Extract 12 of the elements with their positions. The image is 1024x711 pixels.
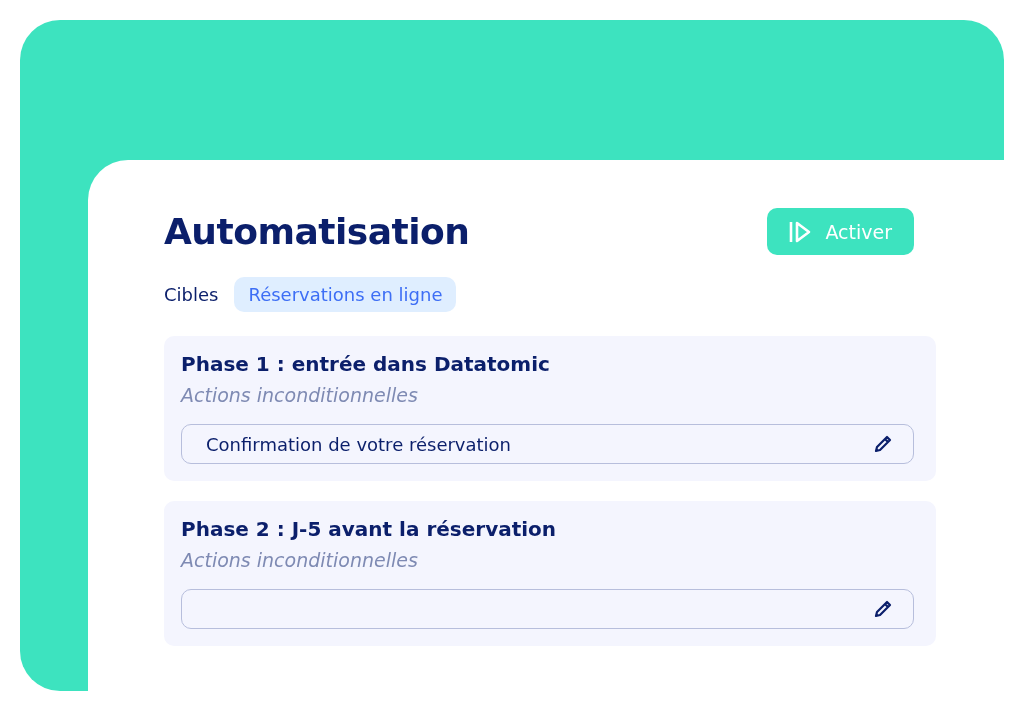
phase-title: Phase 2 : J-5 avant la réservation <box>181 517 558 541</box>
action-field[interactable] <box>181 589 914 629</box>
phase-subtitle: Actions inconditionnelles <box>181 549 419 571</box>
play-icon <box>789 219 812 244</box>
edit-icon[interactable] <box>873 599 893 619</box>
page-title: Automatisation <box>164 211 470 252</box>
edit-icon[interactable] <box>873 434 893 454</box>
targets-label: Cibles <box>164 284 219 305</box>
target-tag: Réservations en ligne <box>234 277 457 312</box>
action-field[interactable]: Confirmation de votre réservation <box>181 424 914 464</box>
phase-title: Phase 1 : entrée dans Datatomic <box>181 352 551 376</box>
phase-subtitle: Actions inconditionnelles <box>181 384 419 406</box>
